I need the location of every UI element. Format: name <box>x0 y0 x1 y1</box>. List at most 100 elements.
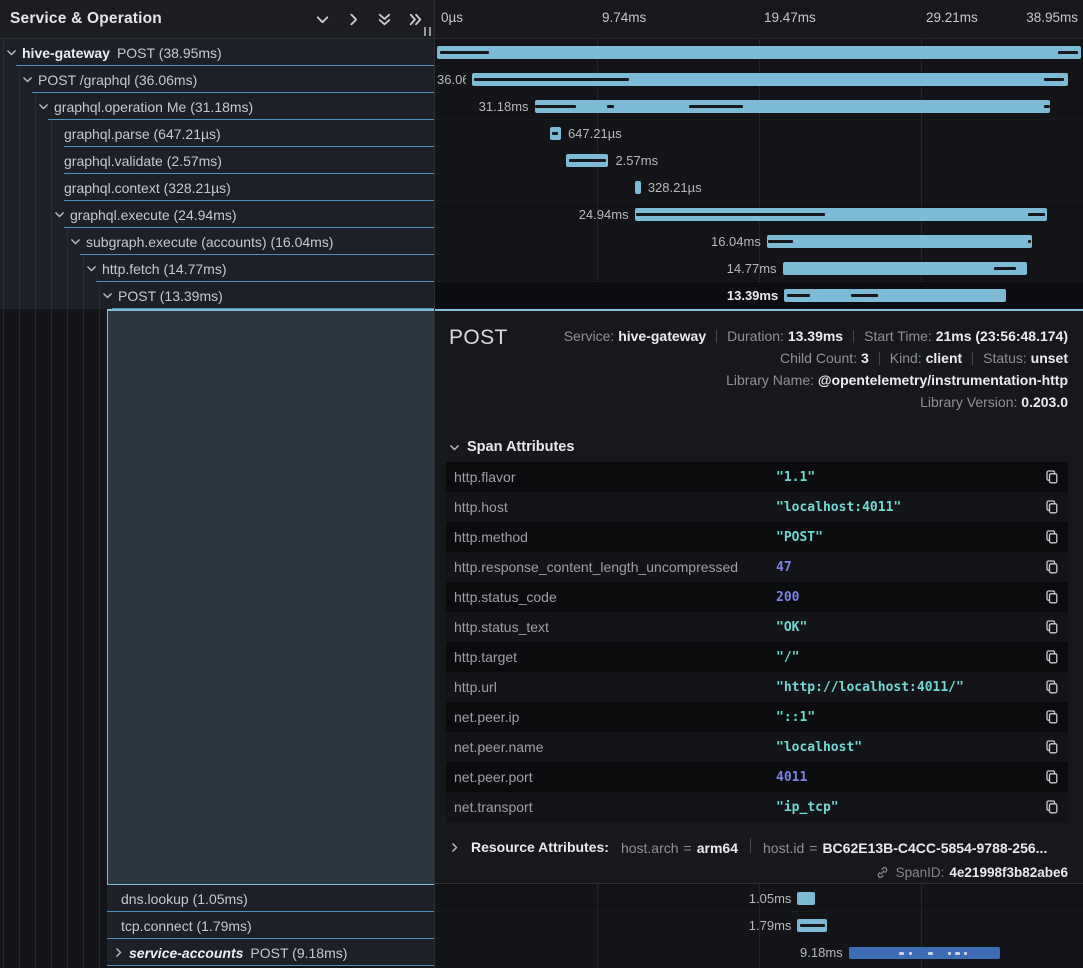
timeline-row[interactable] <box>435 39 1083 66</box>
attribute-key: http.method <box>454 529 776 545</box>
child-span-mark <box>474 78 629 81</box>
operation-label: http.fetch (14.77ms) <box>102 261 227 277</box>
copy-icon[interactable] <box>1044 499 1060 515</box>
copy-icon[interactable] <box>1044 589 1060 605</box>
tree-row-content: graphql.operation Me (31.18ms) <box>0 93 434 120</box>
resource-value: arm64 <box>697 840 738 856</box>
chevron-right-icon[interactable] <box>345 11 362 28</box>
operation-label: subgraph.execute (accounts) (16.04ms) <box>86 234 333 250</box>
span-duration-bar[interactable] <box>635 181 640 194</box>
timeline-row[interactable]: 328.21µs <box>435 174 1083 201</box>
tree-row[interactable]: graphql.context (328.21µs) <box>0 174 434 201</box>
tree-row[interactable]: dns.lookup (1.05ms) <box>107 885 434 912</box>
timeline-row[interactable]: 1.05ms <box>435 885 1083 912</box>
span-duration-bar[interactable] <box>767 235 1032 248</box>
copy-icon[interactable] <box>1044 529 1060 545</box>
tree-row[interactable]: graphql.operation Me (31.18ms) <box>0 93 434 120</box>
tree-row[interactable]: http.fetch (14.77ms) <box>0 255 434 282</box>
copy-icon[interactable] <box>1044 469 1060 485</box>
span-duration-bar[interactable] <box>849 947 1001 959</box>
span-duration-label: 328.21µs <box>648 180 702 195</box>
row-underline <box>107 965 434 966</box>
span-duration-bar[interactable] <box>437 46 1081 59</box>
status-value: unset <box>1031 350 1068 366</box>
child-span-mark <box>928 952 933 955</box>
tree-row[interactable]: graphql.execute (24.94ms) <box>0 201 434 228</box>
tree-row[interactable]: subgraph.execute (accounts) (16.04ms) <box>0 228 434 255</box>
chevron-down-icon[interactable] <box>314 11 331 28</box>
span-duration-bar[interactable] <box>784 289 1005 302</box>
span-duration-bar[interactable] <box>635 208 1047 221</box>
span-attributes-toggle[interactable]: Span Attributes <box>448 439 574 455</box>
child-count-value: 3 <box>861 350 869 366</box>
tree-row-content: hive-gatewayPOST (38.95ms) <box>0 39 434 66</box>
attribute-key: http.target <box>454 649 776 665</box>
copy-icon[interactable] <box>1044 649 1060 665</box>
span-duration-bar[interactable] <box>797 892 814 905</box>
span-duration-bar[interactable] <box>797 919 827 932</box>
tree-row-content: graphql.validate (2.57ms) <box>0 147 434 174</box>
span-duration-bar[interactable] <box>783 262 1027 275</box>
timeline-row[interactable]: 36.06ms <box>435 66 1083 93</box>
timeline-row[interactable]: 2.57ms <box>435 147 1083 174</box>
timeline-row[interactable]: 9.18ms <box>435 939 1083 966</box>
resource-attributes-items: host.arch=arm64host.id=BC62E13B-C4CC-585… <box>621 838 1047 856</box>
timeline-row[interactable]: 1.79ms <box>435 912 1083 939</box>
tree-row-content: POST /graphql (36.06ms) <box>0 66 434 93</box>
span-duration-bar[interactable] <box>535 100 1051 113</box>
chevron-right-icon <box>112 946 125 959</box>
timeline-row[interactable]: 24.94ms <box>435 201 1083 228</box>
attribute-value: "POST" <box>776 530 1036 545</box>
tree-row[interactable]: tcp.connect (1.79ms) <box>107 912 434 939</box>
span-duration-bar[interactable] <box>566 154 608 167</box>
resource-attributes-title: Resource Attributes: <box>471 839 609 855</box>
copy-icon[interactable] <box>1044 559 1060 575</box>
tree-row-content: graphql.execute (24.94ms) <box>0 201 434 228</box>
resource-attributes-row[interactable]: Resource Attributes: host.arch=arm64host… <box>448 838 1047 856</box>
attribute-key: net.peer.ip <box>454 709 776 725</box>
attribute-value: "OK" <box>776 620 1036 635</box>
copy-icon[interactable] <box>1044 739 1060 755</box>
child-span-mark <box>535 105 576 108</box>
indent-guide <box>51 309 52 968</box>
attribute-value: "localhost:4011" <box>776 500 1036 515</box>
span-duration-label: 31.18ms <box>437 99 529 114</box>
tree-row[interactable]: graphql.parse (647.21µs) <box>0 120 434 147</box>
copy-icon[interactable] <box>1044 679 1060 695</box>
equals-sign: = <box>809 840 817 856</box>
link-icon[interactable] <box>875 865 890 880</box>
span-duration-label: 24.94ms <box>437 207 629 222</box>
child-span-mark <box>552 132 558 135</box>
timeline-row[interactable]: 31.18ms <box>435 93 1083 120</box>
copy-icon[interactable] <box>1044 619 1060 635</box>
tree-row[interactable]: POST (13.39ms) <box>0 282 434 309</box>
panel-resize-handle[interactable] <box>424 27 431 36</box>
timeline-row[interactable]: 647.21µs <box>435 120 1083 147</box>
tree-row[interactable]: POST /graphql (36.06ms) <box>0 66 434 93</box>
attribute-value: "::1" <box>776 710 1036 725</box>
span-duration-bar[interactable] <box>472 73 1068 86</box>
tree-row-content: POST (13.39ms) <box>0 282 434 309</box>
tree-row-content: service-accountsPOST (9.18ms) <box>107 939 434 966</box>
double-chevron-down-icon[interactable] <box>376 11 393 28</box>
copy-icon[interactable] <box>1044 769 1060 785</box>
child-span-mark <box>569 159 606 162</box>
tree-row[interactable]: graphql.validate (2.57ms) <box>0 147 434 174</box>
copy-icon[interactable] <box>1044 799 1060 815</box>
chevron-down-icon <box>85 262 98 275</box>
timeline-row[interactable]: 13.39ms <box>435 282 1083 309</box>
span-duration-bar[interactable] <box>550 127 561 140</box>
tree-row[interactable]: service-accountsPOST (9.18ms) <box>107 939 434 966</box>
service-name: service-accounts <box>129 945 243 961</box>
double-chevron-right-icon[interactable] <box>407 11 424 28</box>
indent-guide <box>67 309 68 968</box>
timeline-row[interactable]: 16.04ms <box>435 228 1083 255</box>
attribute-row: net.peer.port4011 <box>446 762 1068 792</box>
tree-row[interactable]: hive-gatewayPOST (38.95ms) <box>0 39 434 66</box>
timeline-row[interactable]: 14.77ms <box>435 255 1083 282</box>
tree-row-content: http.fetch (14.77ms) <box>0 255 434 282</box>
operation-label: graphql.parse (647.21µs) <box>64 126 221 142</box>
child-span-mark <box>851 294 879 297</box>
attribute-row: http.target"/" <box>446 642 1068 672</box>
copy-icon[interactable] <box>1044 709 1060 725</box>
